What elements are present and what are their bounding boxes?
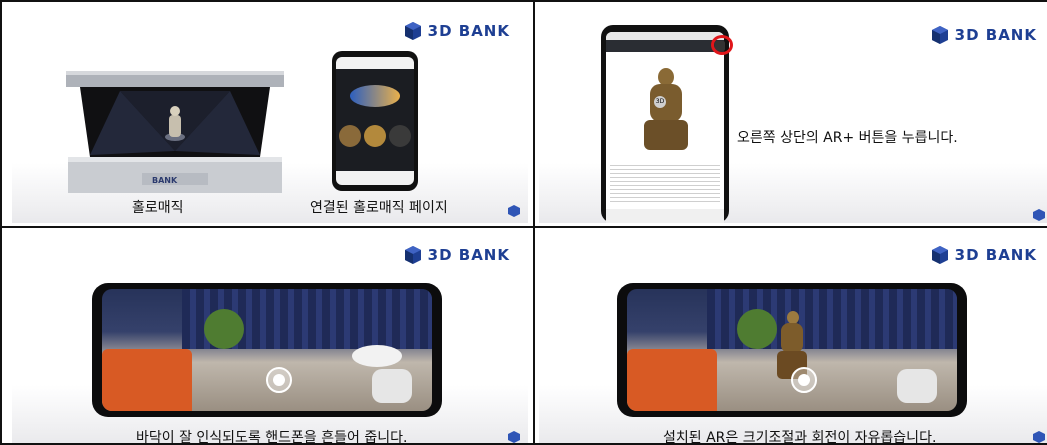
thumb-3 bbox=[389, 125, 411, 147]
phone-holomagic-page bbox=[332, 51, 418, 191]
thumb-1 bbox=[339, 125, 361, 147]
table bbox=[352, 345, 402, 367]
plant bbox=[737, 309, 777, 349]
logo-cube-icon bbox=[404, 246, 421, 264]
highlight-circle bbox=[711, 35, 733, 55]
brand-name: 3D BANK bbox=[427, 22, 510, 40]
corner-logo-icon bbox=[1033, 431, 1045, 443]
phone-statue-page: 3D bbox=[601, 25, 733, 223]
sofa bbox=[627, 349, 717, 411]
panel-holomagic: 3D BANK BANK 홀로매직 연결된 홀로매직 페이지 bbox=[12, 7, 528, 223]
ar-capture-button[interactable] bbox=[791, 367, 817, 393]
brand-logo: 3D BANK bbox=[403, 245, 510, 265]
ar-capture-button[interactable] bbox=[266, 367, 292, 393]
panel-ar-placed: 3D BANK 설치된 AR은 크기조절과 회전이 자유롭습니다. bbox=[539, 231, 1047, 445]
plant bbox=[204, 309, 244, 349]
sofa bbox=[102, 349, 192, 411]
brand-logo: 3D BANK bbox=[930, 245, 1037, 265]
logo-cube-icon bbox=[404, 22, 421, 40]
chair bbox=[372, 369, 412, 403]
brand-name: 3D BANK bbox=[954, 246, 1037, 264]
brand-logo: 3D BANK bbox=[930, 25, 1037, 45]
phone-ar-placed-view bbox=[617, 283, 967, 417]
corner-logo-icon bbox=[1033, 209, 1045, 221]
thumb-2 bbox=[364, 125, 386, 147]
logo-cube-icon bbox=[931, 246, 948, 264]
caption-holomagic-page: 연결된 홀로매직 페이지 bbox=[310, 200, 448, 216]
caption-ar-button: 오른쪽 상단의 AR+ 버튼을 누릅니다. bbox=[737, 130, 958, 146]
chair bbox=[897, 369, 937, 403]
brand-name: 3D BANK bbox=[954, 26, 1037, 44]
grid-border-left bbox=[0, 0, 2, 445]
hologram-display-illustration: BANK bbox=[66, 71, 284, 193]
svg-text:BANK: BANK bbox=[152, 176, 178, 185]
fish-image bbox=[350, 85, 400, 107]
panel-ar-button: 3D BANK 3D 오른쪽 상단의 AR+ 버튼을 누릅니다. bbox=[539, 7, 1047, 223]
grid-divider-horizontal bbox=[0, 226, 1047, 228]
grid-divider-vertical bbox=[533, 0, 535, 445]
corner-logo-icon bbox=[508, 431, 520, 443]
phone-ar-camera-view bbox=[92, 283, 442, 417]
description-text-block bbox=[610, 162, 720, 202]
corner-logo-icon bbox=[508, 205, 520, 217]
brand-name: 3D BANK bbox=[427, 246, 510, 264]
statue-image: 3D bbox=[644, 68, 688, 152]
panel-floor-scan: 3D BANK 바닥이 잘 인식되도록 핸드폰을 흔들어 줍니다. bbox=[12, 231, 528, 445]
slide-grid: 3D BANK BANK 홀로매직 연결된 홀로매직 페이지 3D BANK 3… bbox=[0, 0, 1047, 445]
caption-holomagic: 홀로매직 bbox=[132, 200, 184, 216]
grid-border-top bbox=[0, 0, 1047, 2]
brand-logo: 3D BANK bbox=[403, 21, 510, 41]
logo-cube-icon bbox=[931, 26, 948, 44]
